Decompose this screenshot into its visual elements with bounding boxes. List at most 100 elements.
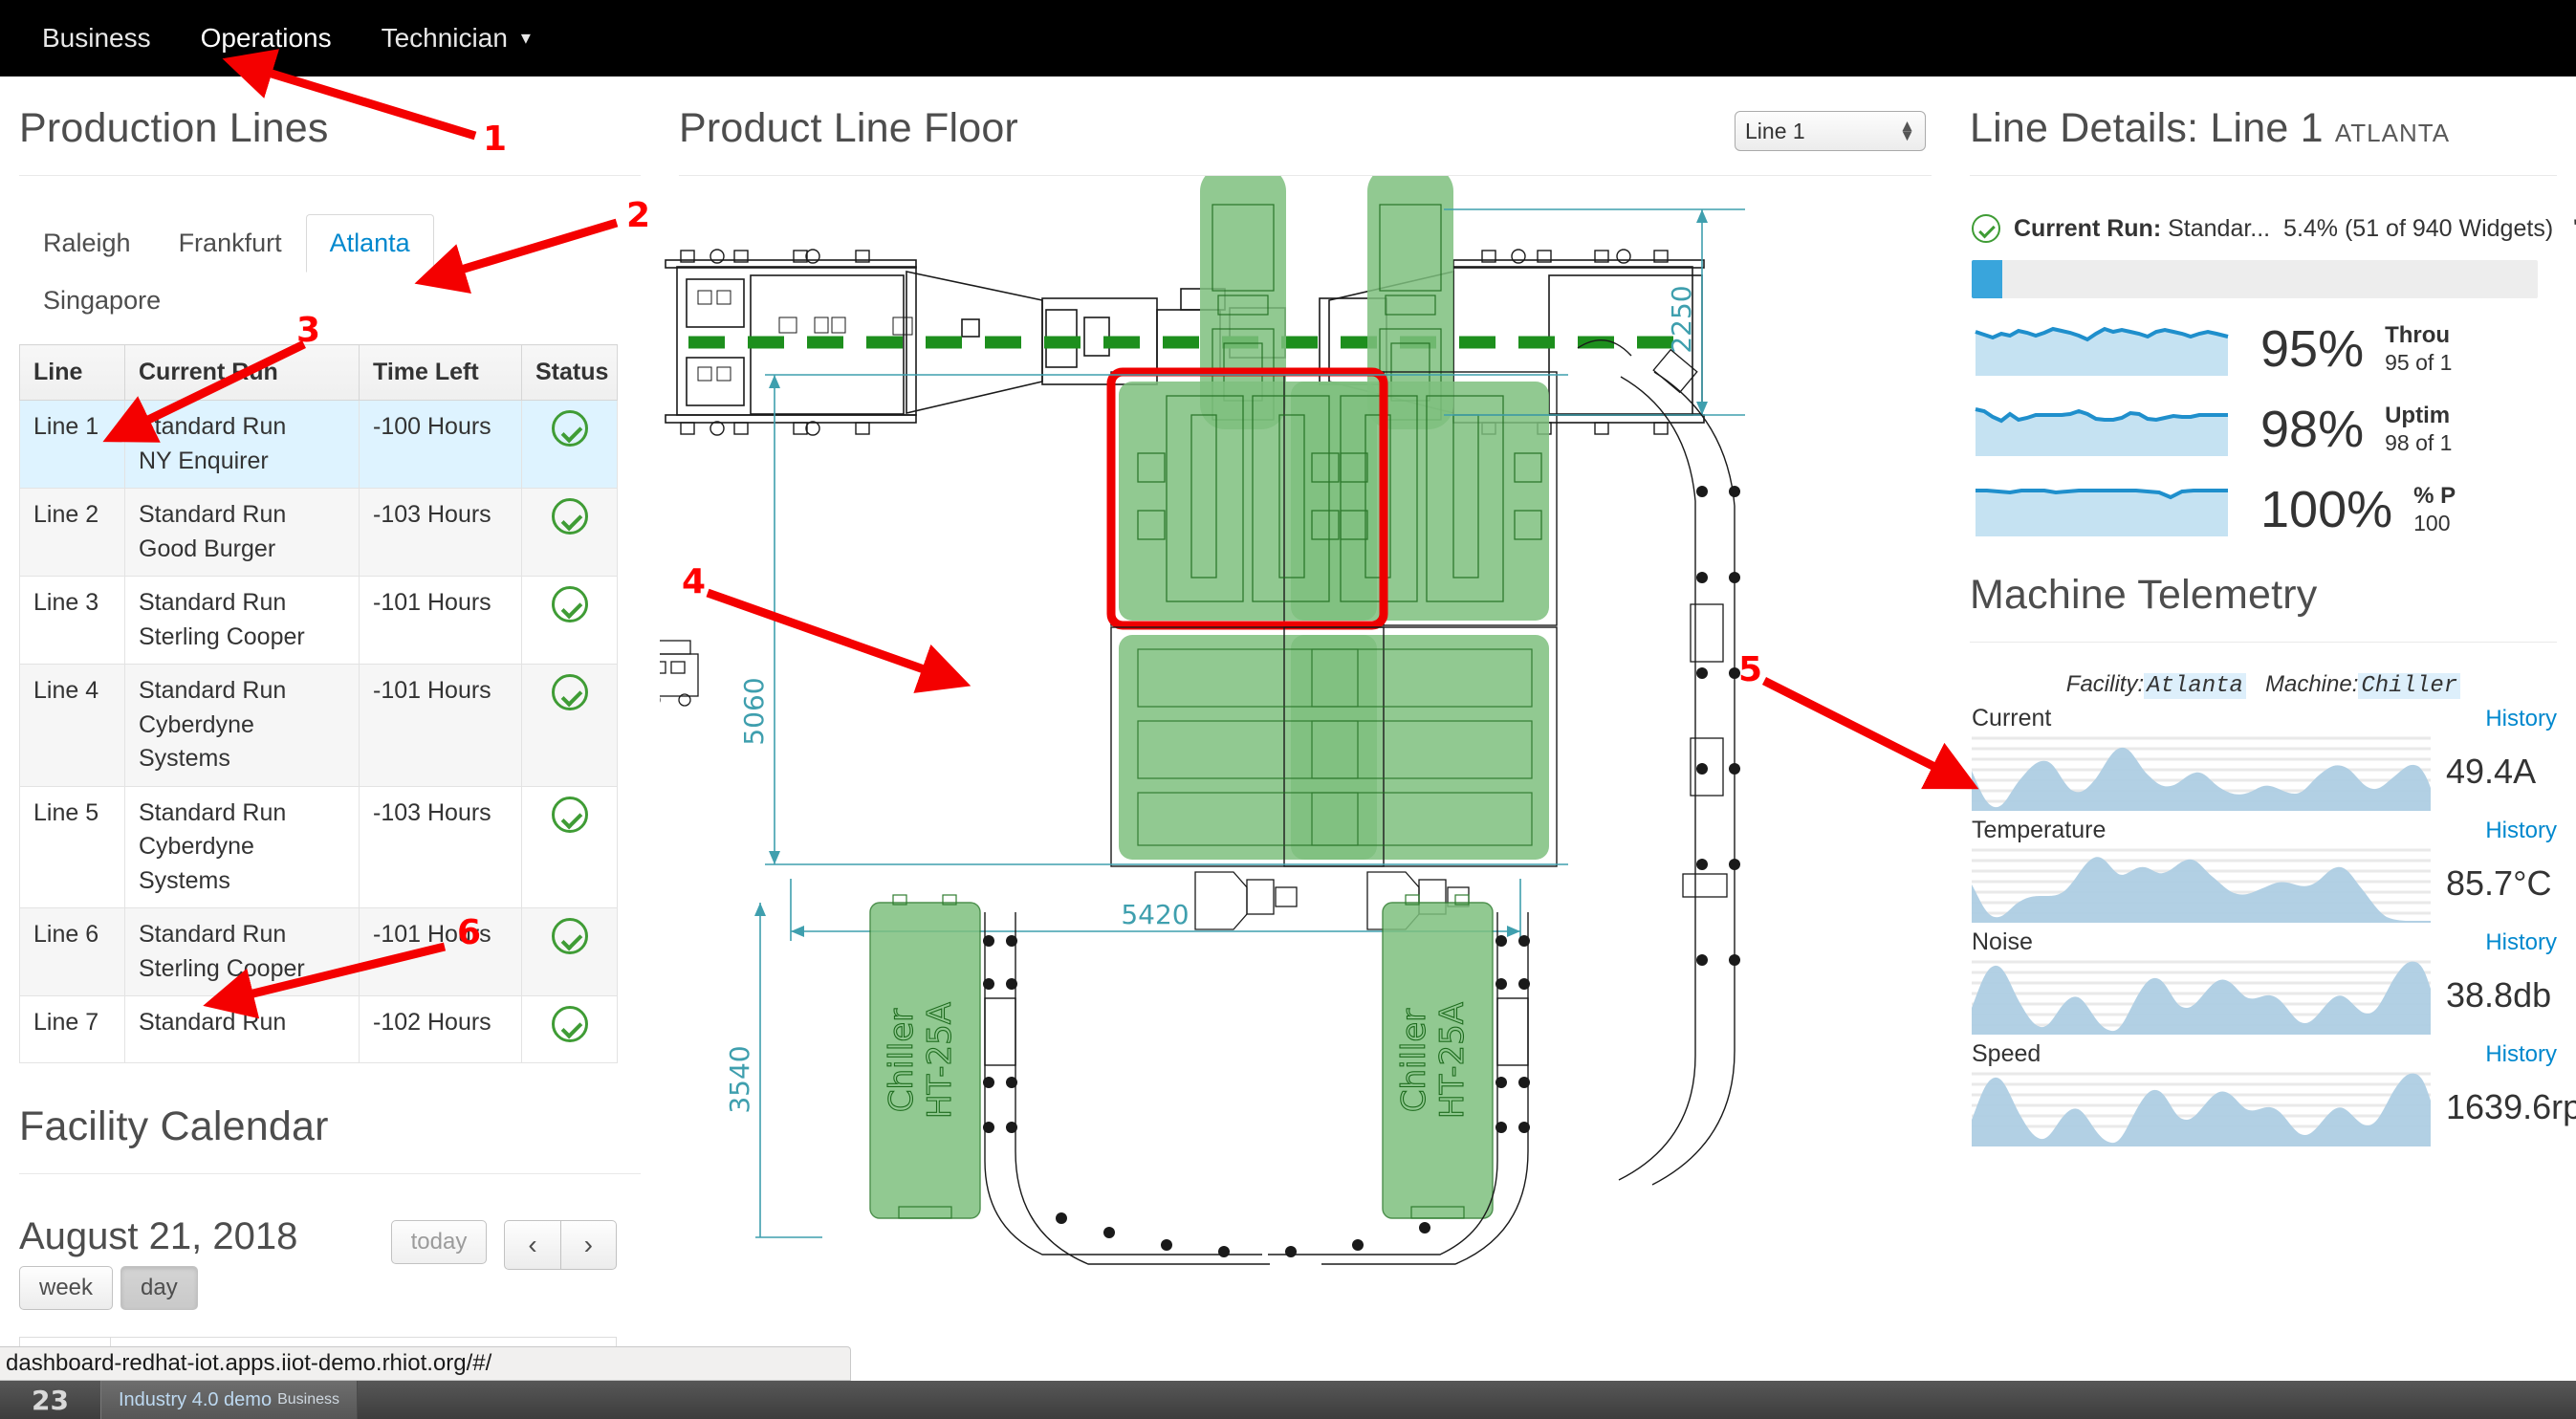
- telemetry-value: 1639.6rpm: [2446, 1087, 2576, 1126]
- cell-status: [521, 488, 618, 577]
- history-link[interactable]: History: [2485, 818, 2557, 844]
- current-run-row: Current Run: Standar... 5.4% (51 of 940 …: [1972, 214, 2576, 243]
- telemetry-body: 1639.6rpm: [1972, 1068, 2576, 1146]
- cell-status: [521, 664, 618, 787]
- page-title-machine-telemetry: Machine Telemetry: [1970, 572, 2318, 618]
- kpi-label: Throu 95 of 1: [2385, 322, 2452, 376]
- kpi-label: Uptim 98 of 1: [2385, 403, 2452, 456]
- tab-raleigh[interactable]: Raleigh: [19, 214, 155, 273]
- cell-time-left: -103 Hours: [359, 488, 522, 577]
- table-row[interactable]: Line 2 Standard Run Good Burger -103 Hour…: [19, 488, 618, 577]
- tab-atlanta[interactable]: Atlanta: [305, 214, 434, 273]
- table-row[interactable]: Line 7 Standard Run -102 Hours: [19, 995, 618, 1063]
- annotation-number-2: 2: [626, 196, 651, 235]
- floorplan-drawing: 2250 5060 5420 3540 Chiller HT-25A Chill…: [660, 176, 1745, 1265]
- progress-fill: [1972, 260, 2002, 298]
- cell-status: [521, 907, 618, 996]
- percent-performance-sparkline: [1976, 489, 2228, 536]
- nav-label: Business: [42, 23, 151, 53]
- facility-label: Facility:: [2065, 671, 2145, 697]
- taskbar-window-button[interactable]: Industry 4.0 demo Business: [100, 1381, 359, 1419]
- cell-time-left: -100 Hours: [359, 400, 522, 489]
- calendar-week-button[interactable]: week: [19, 1265, 114, 1310]
- nav-item-technician[interactable]: Technician ▾: [357, 23, 556, 54]
- cell-status: [521, 995, 618, 1063]
- chevron-right-icon[interactable]: ›: [560, 1219, 617, 1271]
- noise-telemetry-chart: [1972, 960, 2431, 1035]
- kpi-percent-performance: 100% % P 100: [1972, 480, 2576, 539]
- status-ok-icon: [551, 410, 588, 447]
- calendar-date-title: August 21, 2018: [19, 1214, 298, 1257]
- line-select[interactable]: Line 1 ▲ ▼: [1735, 111, 1926, 151]
- run-name: Standard Run: [139, 413, 287, 440]
- nav-item-business[interactable]: Business: [17, 23, 176, 54]
- cell-line: Line 7: [19, 995, 125, 1063]
- kpi-title: % P: [2413, 482, 2456, 509]
- history-link[interactable]: History: [2485, 929, 2557, 956]
- calendar-prev-next-group: ‹ ›: [504, 1219, 617, 1271]
- divider: [19, 1172, 641, 1174]
- run-name: Standard Run: [139, 1009, 287, 1036]
- annotation-number-5: 5: [1738, 650, 1763, 689]
- cell-status: [521, 576, 618, 665]
- workspace-number[interactable]: 23: [0, 1385, 100, 1416]
- kpi-value: 98%: [2260, 401, 2365, 458]
- history-link[interactable]: History: [2485, 1041, 2557, 1068]
- status-ok-icon: [551, 498, 588, 535]
- facility-value: Atlanta: [2144, 673, 2246, 699]
- col-header-time-left[interactable]: Time Left: [359, 344, 522, 401]
- cell-time-left: -101 Hours: [359, 576, 522, 665]
- chiller-label: HT-25A: [921, 1002, 959, 1119]
- telemetry-body: 85.7°C: [1972, 844, 2557, 923]
- run-customer: Sterling Cooper: [139, 622, 305, 650]
- kpi-label: % P 100: [2413, 483, 2456, 536]
- current-run-text: Current Run: Standar... 5.4% (51 of 940 …: [2014, 215, 2576, 243]
- cell-run: Standard Run Cyberdyne Systems: [124, 785, 360, 908]
- current-telemetry-chart: [1972, 736, 2431, 811]
- calendar-day-button[interactable]: day: [120, 1265, 198, 1310]
- throughput-sparkline: [1975, 326, 2229, 376]
- telemetry-row-speed: Speed History 1639.6rpm: [1972, 1040, 2576, 1146]
- production-lines-panel: Production Lines Raleigh Frankfurt Atlan…: [0, 76, 660, 1419]
- telemetry-body: 49.4A: [1972, 732, 2557, 811]
- run-customer: NY Enquirer: [139, 447, 269, 474]
- floorplan-canvas[interactable]: 2250 5060 5420 3540 Chiller HT-25A Chill…: [660, 176, 1951, 1352]
- col-header-line[interactable]: Line: [19, 344, 125, 401]
- dimension-label: 3540: [724, 1045, 755, 1113]
- browser-status-bar: dashboard-redhat-iot.apps.iiot-demo.rhio…: [0, 1346, 851, 1381]
- calendar-today-button[interactable]: today: [390, 1219, 488, 1264]
- nav-item-operations[interactable]: Operations: [176, 23, 357, 54]
- current-run-progress-text: 5.4% (51 of 940 Widgets): [2283, 214, 2554, 242]
- col-header-current-run[interactable]: Current Run: [124, 344, 360, 401]
- calendar-toolbar: August 21, 2018 week day today ‹ ›: [19, 1216, 617, 1310]
- status-ok-icon: [551, 674, 588, 710]
- page-title-line-details: Line Details: Line 1 ATLANTA: [1951, 76, 2576, 152]
- chevron-left-icon[interactable]: ‹: [504, 1219, 561, 1271]
- annotation-number-1: 1: [483, 120, 508, 159]
- tab-frankfurt[interactable]: Frankfurt: [155, 214, 306, 273]
- cell-line: Line 3: [19, 576, 125, 665]
- divider: [1970, 175, 2557, 176]
- table-row[interactable]: Line 3 Standard Run Sterling Cooper -101 …: [19, 576, 618, 665]
- chevron-down-icon: ▾: [520, 28, 531, 49]
- cell-line: Line 4: [19, 664, 125, 787]
- col-header-status[interactable]: Status: [521, 344, 618, 401]
- status-ok-icon: [551, 918, 588, 954]
- run-name: Standard Run: [139, 798, 287, 826]
- history-link[interactable]: History: [2485, 706, 2557, 732]
- table-row[interactable]: Line 5 Standard Run Cyberdyne Systems -10…: [19, 785, 618, 908]
- telemetry-name: Speed: [1972, 1040, 2041, 1067]
- kpi-value: 95%: [2260, 320, 2365, 378]
- dimension-label: 5060: [738, 677, 770, 745]
- table-row[interactable]: Line 4 Standard Run Cyberdyne Systems -10…: [19, 664, 618, 787]
- annotation-number-6: 6: [457, 913, 482, 952]
- kpi-throughput: 95% Throu 95 of 1: [1972, 319, 2576, 379]
- table-row[interactable]: Line 1 Standard Run NY Enquirer -100 Hour…: [19, 400, 618, 489]
- current-run-progressbar: [1972, 260, 2538, 298]
- page-title-facility-calendar: Facility Calendar: [19, 1102, 329, 1149]
- telemetry-value: 85.7°C: [2446, 863, 2552, 903]
- table-row[interactable]: Line 6 Standard Run Sterling Cooper -101 …: [19, 907, 618, 996]
- kpi-title: Throu: [2385, 321, 2451, 348]
- chiller-label: Chiller: [1395, 1009, 1433, 1113]
- window-subtitle: Business: [277, 1391, 340, 1408]
